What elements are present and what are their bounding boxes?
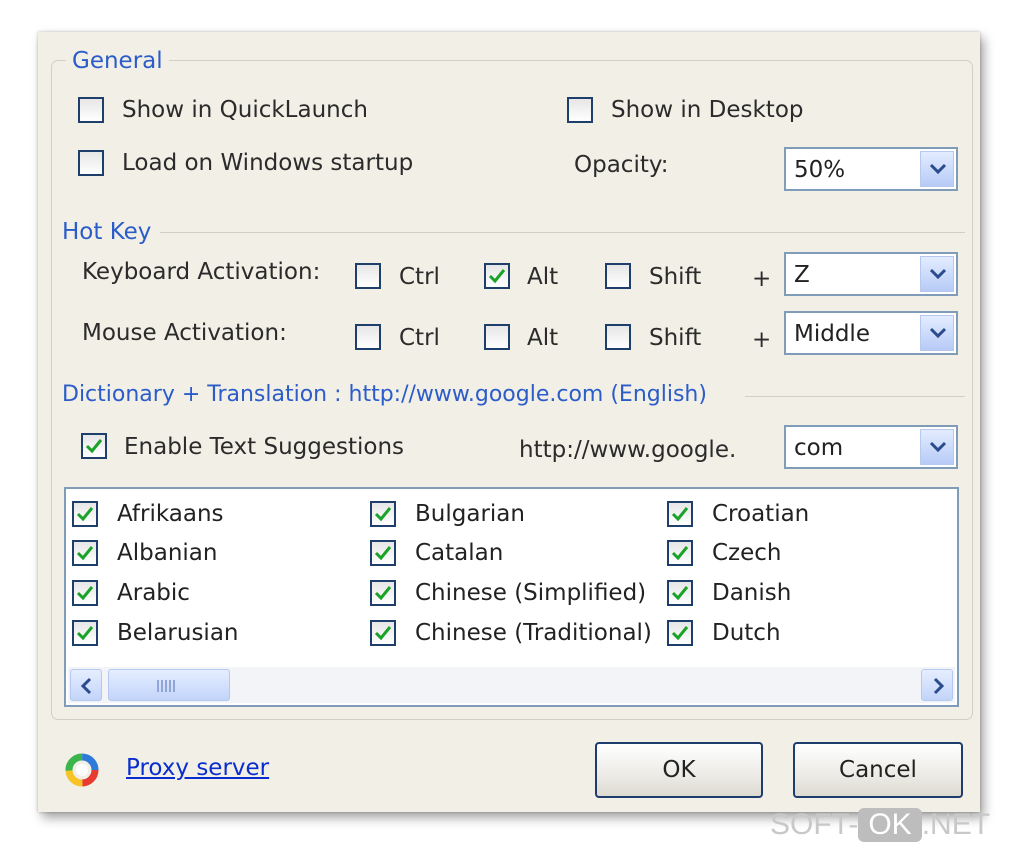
check-icon bbox=[671, 586, 689, 601]
enable-suggestions-checkbox[interactable] bbox=[81, 433, 107, 459]
load-startup-label: Load on Windows startup bbox=[122, 150, 414, 176]
language-checkbox[interactable] bbox=[667, 580, 693, 606]
check-icon bbox=[374, 626, 392, 641]
scroll-thumb[interactable] bbox=[108, 669, 230, 701]
check-icon bbox=[671, 507, 689, 522]
cancel-button[interactable]: Cancel bbox=[793, 742, 963, 798]
hotkey-separator bbox=[160, 232, 965, 233]
check-icon bbox=[76, 626, 94, 641]
chevron-right-icon bbox=[933, 677, 945, 695]
keyboard-key-select[interactable]: Z bbox=[784, 252, 958, 296]
language-label: Bulgarian bbox=[415, 501, 525, 527]
check-icon bbox=[76, 546, 94, 561]
language-checkbox[interactable] bbox=[72, 580, 98, 606]
language-checkbox[interactable] bbox=[72, 620, 98, 646]
keyboard-alt-label: Alt bbox=[527, 264, 559, 290]
language-checkbox[interactable] bbox=[370, 580, 396, 606]
check-icon bbox=[76, 586, 94, 601]
watermark-right: .NET bbox=[921, 808, 991, 841]
language-checkbox[interactable] bbox=[72, 501, 98, 527]
watermark-left: SOFT- bbox=[770, 808, 859, 841]
load-startup-checkbox[interactable] bbox=[78, 150, 104, 176]
language-label: Dutch bbox=[712, 620, 781, 646]
keyboard-activation-label: Keyboard Activation: bbox=[82, 259, 321, 285]
mouse-plus-sign: + bbox=[752, 327, 772, 353]
domain-select[interactable]: com bbox=[784, 425, 958, 469]
dictionary-legend: Dictionary + Translation : http://www.go… bbox=[56, 381, 713, 409]
domain-prefix-label: http://www.google. bbox=[519, 437, 737, 463]
color-ring-icon bbox=[65, 753, 99, 787]
language-checkbox[interactable] bbox=[370, 620, 396, 646]
language-checkbox[interactable] bbox=[370, 501, 396, 527]
opacity-label: Opacity: bbox=[574, 152, 669, 178]
mouse-button-value: Middle bbox=[794, 321, 870, 347]
check-icon bbox=[374, 507, 392, 522]
languages-listbox[interactable]: Afrikaans Albanian Arabic Belarusian Bulgari… bbox=[64, 487, 959, 707]
language-checkbox[interactable] bbox=[667, 620, 693, 646]
check-icon bbox=[85, 439, 103, 454]
keyboard-key-value: Z bbox=[794, 262, 810, 288]
language-checkbox[interactable] bbox=[370, 540, 396, 566]
mouse-ctrl-label: Ctrl bbox=[399, 325, 440, 351]
check-icon bbox=[374, 586, 392, 601]
scroll-left-button[interactable] bbox=[70, 669, 102, 701]
check-icon bbox=[671, 626, 689, 641]
language-label: Chinese (Traditional) bbox=[415, 620, 652, 646]
check-icon bbox=[488, 269, 506, 284]
mouse-activation-label: Mouse Activation: bbox=[82, 320, 287, 346]
dictionary-separator bbox=[745, 396, 965, 397]
horizontal-scrollbar[interactable] bbox=[68, 667, 955, 703]
language-label: Czech bbox=[712, 540, 782, 566]
domain-value: com bbox=[794, 435, 844, 461]
mouse-ctrl-checkbox[interactable] bbox=[355, 324, 381, 350]
check-icon bbox=[76, 507, 94, 522]
language-label: Albanian bbox=[117, 540, 218, 566]
mouse-button-select[interactable]: Middle bbox=[784, 311, 958, 355]
keyboard-shift-label: Shift bbox=[649, 264, 702, 290]
language-label: Arabic bbox=[117, 580, 190, 606]
show-quicklaunch-label: Show in QuickLaunch bbox=[122, 97, 368, 123]
chevron-down-icon[interactable] bbox=[920, 315, 954, 351]
ok-button[interactable]: OK bbox=[595, 742, 763, 798]
language-label: Belarusian bbox=[117, 620, 239, 646]
proxy-server-link[interactable]: Proxy server bbox=[126, 754, 269, 782]
mouse-alt-label: Alt bbox=[527, 325, 559, 351]
show-desktop-checkbox[interactable] bbox=[567, 97, 593, 123]
show-desktop-label: Show in Desktop bbox=[611, 97, 804, 123]
mouse-shift-label: Shift bbox=[649, 325, 702, 351]
mouse-shift-checkbox[interactable] bbox=[605, 324, 631, 350]
chevron-down-icon[interactable] bbox=[920, 256, 954, 292]
check-icon bbox=[374, 546, 392, 561]
language-label: Afrikaans bbox=[117, 501, 224, 527]
show-quicklaunch-checkbox[interactable] bbox=[78, 97, 104, 123]
chevron-down-icon[interactable] bbox=[920, 429, 954, 465]
enable-suggestions-label: Enable Text Suggestions bbox=[124, 434, 405, 460]
language-label: Catalan bbox=[415, 540, 504, 566]
opacity-select[interactable]: 50% bbox=[784, 147, 958, 191]
language-label: Danish bbox=[712, 580, 792, 606]
keyboard-alt-checkbox[interactable] bbox=[484, 263, 510, 289]
mouse-alt-checkbox[interactable] bbox=[484, 324, 510, 350]
language-checkbox[interactable] bbox=[667, 501, 693, 527]
watermark: SOFT- OK .NET bbox=[770, 808, 990, 842]
hotkey-legend: Hot Key bbox=[56, 218, 158, 246]
watermark-mid: OK bbox=[858, 808, 922, 842]
language-checkbox[interactable] bbox=[72, 540, 98, 566]
keyboard-ctrl-checkbox[interactable] bbox=[355, 263, 381, 289]
check-icon bbox=[671, 546, 689, 561]
language-label: Croatian bbox=[712, 501, 810, 527]
general-legend: General bbox=[66, 47, 169, 75]
language-checkbox[interactable] bbox=[667, 540, 693, 566]
scroll-right-button[interactable] bbox=[921, 669, 953, 701]
keyboard-plus-sign: + bbox=[752, 266, 772, 292]
keyboard-ctrl-label: Ctrl bbox=[399, 264, 440, 290]
keyboard-shift-checkbox[interactable] bbox=[605, 263, 631, 289]
grip-icon bbox=[157, 680, 177, 692]
chevron-left-icon bbox=[80, 677, 92, 695]
chevron-down-icon[interactable] bbox=[920, 151, 954, 187]
language-label: Chinese (Simplified) bbox=[415, 580, 647, 606]
opacity-value: 50% bbox=[794, 157, 846, 183]
